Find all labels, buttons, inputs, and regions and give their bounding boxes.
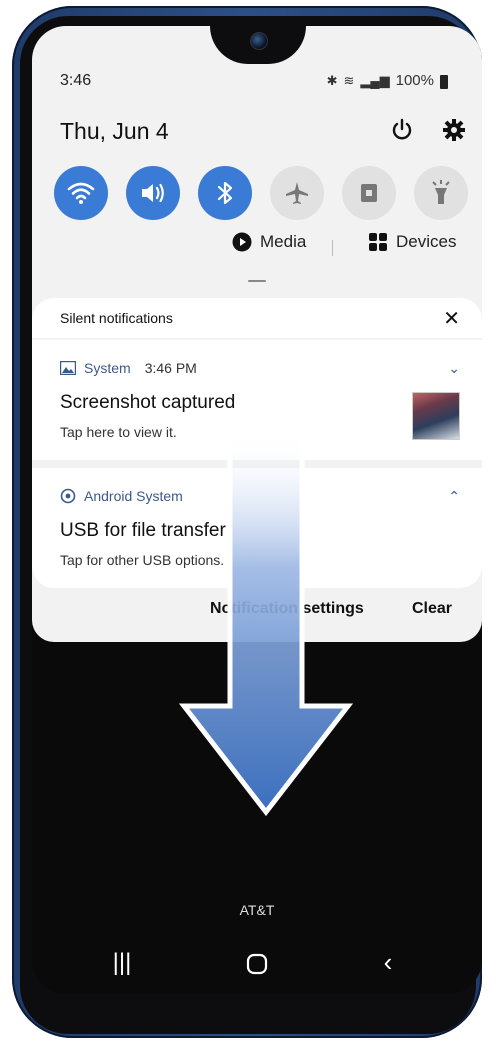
bluetooth-icon (217, 181, 233, 205)
screen: 3:46 ✱ ≋ ▂▄▆ 100% Thu, Jun 4 Media Devic… (32, 26, 482, 994)
notification-app-name: Android System (84, 488, 183, 504)
drag-handle[interactable] (248, 280, 266, 282)
battery-percent: 100% (395, 72, 434, 89)
status-time: 3:46 (60, 72, 92, 89)
media-devices-row: Media Devices (32, 232, 482, 262)
wifi-tile[interactable] (54, 166, 108, 220)
android-system-icon (60, 488, 76, 504)
media-label: Media (260, 232, 307, 251)
media-button[interactable]: Media (232, 232, 306, 252)
lock-icon (361, 184, 377, 202)
flashlight-icon (432, 180, 450, 204)
power-button[interactable] (388, 116, 416, 144)
date-label: Thu, Jun 4 (60, 118, 169, 144)
bluetooth-status-icon: ✱ (326, 72, 338, 88)
chevron-up-icon[interactable]: ⌃ (448, 488, 460, 505)
close-icon[interactable]: ✕ (443, 306, 460, 331)
notification-time: 3:46 PM (144, 360, 197, 376)
notification-subtitle: Tap here to view it. (60, 424, 177, 440)
chevron-down-icon[interactable]: ⌄ (448, 360, 460, 377)
screenshot-thumbnail[interactable] (412, 392, 460, 440)
notification-app-name: System (84, 360, 131, 376)
home-button[interactable] (237, 949, 277, 979)
quick-settings-tiles (54, 166, 474, 226)
flashlight-tile[interactable] (414, 166, 468, 220)
clear-button[interactable]: Clear (412, 600, 452, 618)
back-button[interactable]: ‹ (368, 947, 408, 977)
bluetooth-tile[interactable] (198, 166, 252, 220)
silent-notifications-label: Silent notifications (60, 310, 173, 326)
airplane-icon (286, 182, 308, 204)
navigation-bar: ||| ‹ (32, 941, 482, 991)
screen-lock-tile[interactable] (342, 166, 396, 220)
airplane-tile[interactable] (270, 166, 324, 220)
notification-app-row: Android System (60, 488, 183, 504)
play-icon (232, 232, 252, 252)
carrier-label: AT&T (239, 902, 275, 918)
notification-app-row: System 3:46 PM (60, 360, 197, 376)
status-icons: ✱ ≋ ▂▄▆ 100% (327, 72, 448, 89)
gear-icon (443, 119, 465, 141)
recent-apps-icon: ||| (112, 949, 132, 976)
camera-icon (250, 32, 268, 50)
devices-label: Devices (396, 232, 457, 251)
sound-tile[interactable] (126, 166, 180, 220)
back-icon: ‹ (383, 947, 393, 977)
devices-button[interactable]: Devices (368, 232, 456, 252)
devices-icon (369, 233, 387, 251)
notification-title: Screenshot captured (60, 392, 236, 413)
wifi-status-icon: ≋ (343, 72, 355, 88)
settings-button[interactable] (440, 116, 468, 144)
silent-notifications-header: Silent notifications ✕ (32, 298, 482, 338)
recent-apps-button[interactable]: ||| (102, 949, 142, 979)
divider (332, 240, 333, 256)
home-icon (246, 953, 268, 975)
sound-icon (142, 183, 164, 203)
signal-status-icon: ▂▄▆ (360, 72, 390, 88)
camera-notch (210, 26, 306, 64)
wifi-icon (67, 182, 95, 204)
gallery-icon (60, 361, 76, 375)
swipe-down-arrow-icon (178, 436, 354, 816)
battery-icon (440, 74, 448, 89)
power-icon (392, 118, 412, 140)
